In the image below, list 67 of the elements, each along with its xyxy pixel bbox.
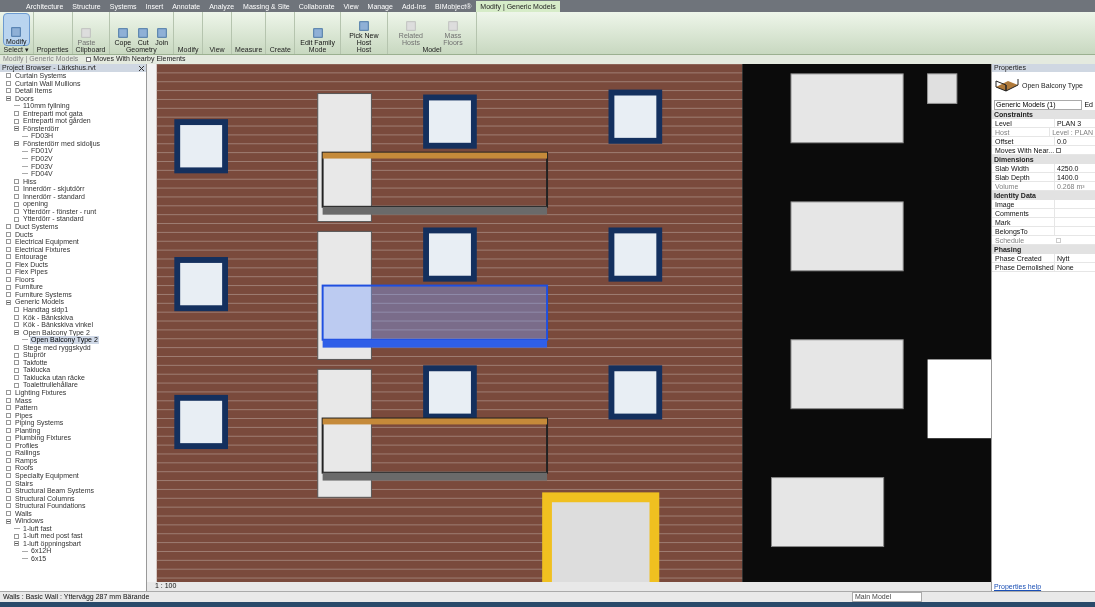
expand-toggle[interactable] <box>14 367 19 373</box>
expand-toggle[interactable] <box>6 397 11 403</box>
expand-toggle[interactable] <box>6 80 11 86</box>
collapse-toggle[interactable] <box>6 95 11 101</box>
tool-icon <box>137 27 150 39</box>
expand-toggle[interactable] <box>6 458 11 464</box>
expand-toggle[interactable] <box>6 284 11 290</box>
expand-toggle[interactable] <box>6 224 11 230</box>
expand-toggle[interactable] <box>6 495 11 501</box>
expand-toggle[interactable] <box>6 88 11 94</box>
tool-icon <box>116 27 129 39</box>
expand-toggle[interactable] <box>14 360 19 366</box>
expand-toggle[interactable] <box>6 480 11 486</box>
expand-toggle[interactable] <box>14 216 19 222</box>
collapse-toggle[interactable] <box>6 518 11 524</box>
expand-toggle[interactable] <box>14 186 19 192</box>
expand-toggle[interactable] <box>6 292 11 298</box>
expand-toggle[interactable] <box>6 246 11 252</box>
tool-icon <box>155 27 168 39</box>
expand-toggle[interactable] <box>6 435 11 441</box>
expand-toggle[interactable] <box>14 382 19 388</box>
collapse-toggle[interactable] <box>14 141 19 147</box>
collapse-toggle[interactable] <box>14 126 19 132</box>
expand-toggle[interactable] <box>6 427 11 433</box>
expand-toggle[interactable] <box>6 465 11 471</box>
expand-toggle[interactable] <box>14 375 19 381</box>
expand-toggle[interactable] <box>14 314 19 320</box>
tool-icon <box>10 26 23 38</box>
collapse-toggle[interactable] <box>6 299 11 305</box>
expand-toggle[interactable] <box>6 231 11 237</box>
expand-toggle[interactable] <box>14 201 19 207</box>
expand-toggle[interactable] <box>6 269 11 275</box>
tool-icon <box>404 20 417 32</box>
expand-toggle[interactable] <box>6 261 11 267</box>
expand-toggle[interactable] <box>6 488 11 494</box>
expand-toggle[interactable] <box>6 420 11 426</box>
expand-toggle[interactable] <box>14 178 19 184</box>
expand-toggle[interactable] <box>14 533 19 539</box>
expand-toggle[interactable] <box>6 412 11 418</box>
tool-icon <box>80 27 93 39</box>
expand-toggle[interactable] <box>6 239 11 245</box>
expand-toggle[interactable] <box>6 450 11 456</box>
expand-toggle[interactable] <box>14 307 19 313</box>
expand-toggle[interactable] <box>14 352 19 358</box>
expand-toggle[interactable] <box>6 503 11 509</box>
expand-toggle[interactable] <box>6 254 11 260</box>
expand-toggle[interactable] <box>6 443 11 449</box>
expand-toggle[interactable] <box>14 322 19 328</box>
close-icon[interactable] <box>139 65 144 71</box>
expand-toggle[interactable] <box>14 209 19 215</box>
tool-icon <box>357 20 370 32</box>
expand-toggle[interactable] <box>6 73 11 79</box>
expand-toggle[interactable] <box>14 344 19 350</box>
expand-toggle[interactable] <box>6 405 11 411</box>
expand-toggle[interactable] <box>6 511 11 516</box>
expand-toggle[interactable] <box>14 111 19 116</box>
checkbox[interactable] <box>86 57 92 62</box>
tool-icon <box>311 27 324 39</box>
expand-toggle[interactable] <box>6 473 11 479</box>
expand-toggle[interactable] <box>6 390 11 396</box>
collapse-toggle[interactable] <box>14 329 19 335</box>
expand-toggle[interactable] <box>14 194 19 199</box>
collapse-toggle[interactable] <box>14 541 19 547</box>
expand-toggle[interactable] <box>6 277 11 283</box>
expand-toggle[interactable] <box>14 118 19 124</box>
tool-icon <box>446 20 459 32</box>
checkbox[interactable] <box>1056 147 1061 153</box>
